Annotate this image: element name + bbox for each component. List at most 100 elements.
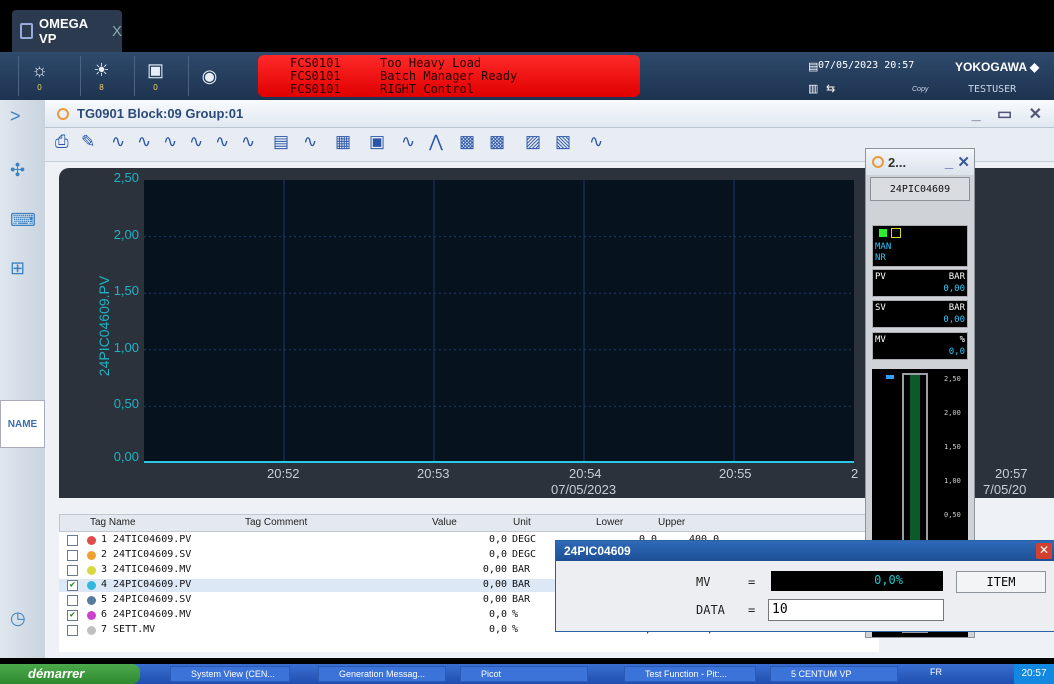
taskbar-item[interactable]: Generation Messag... <box>318 666 446 682</box>
data-entry-dialog: 24PIC04609 ✕ MV = 0,0% ITEM DATA = 10 <box>555 540 1054 632</box>
taskbar-item[interactable]: System View (CEN... <box>170 666 290 682</box>
name-button[interactable]: NAME <box>0 400 45 448</box>
alarm-banner[interactable]: FCS0101 Too Heavy Load FCS0101 Batch Manag… <box>258 55 640 97</box>
tag-list-header: Tag Name Tag Comment Value Unit Lower Up… <box>59 514 879 532</box>
tag-unit: DEGC <box>512 534 537 545</box>
window-controls[interactable]: _ ▭ ✕ <box>972 104 1048 124</box>
pen-icon[interactable]: ✎ <box>81 132 95 156</box>
app-tab-title: OMEGA VP <box>39 16 88 46</box>
tag-name: 1 24TIC04609.PV <box>101 534 192 545</box>
sv-box[interactable]: SV BAR 0,00 <box>872 300 968 328</box>
faceplate-title: 2... <box>888 154 907 170</box>
tag-value: 0,0 <box>488 624 507 635</box>
app-tab-bar: OMEGA VP X <box>0 0 1054 52</box>
tab-close-button[interactable]: X <box>112 23 122 40</box>
user-name[interactable]: TESTUSER <box>968 84 1016 95</box>
trend-shift-icon[interactable]: ∿ <box>137 132 151 156</box>
mode-label-2: NR <box>875 253 886 263</box>
filter-icon[interactable]: ▧ <box>555 132 571 156</box>
row-checkbox[interactable] <box>67 565 78 576</box>
group-icon[interactable]: ▩ <box>459 132 475 156</box>
tag-unit: BAR <box>512 579 531 590</box>
window-icon[interactable]: ▤ <box>808 60 818 73</box>
taskbar-clock: 20:57 <box>1014 664 1054 684</box>
copy-label[interactable]: Copy <box>912 86 928 93</box>
sv-value: 0,00 <box>943 315 965 325</box>
mv-label: MV <box>696 575 711 589</box>
plot-area[interactable] <box>144 180 854 463</box>
app-tab[interactable]: OMEGA VP X <box>12 10 122 52</box>
scale-label: 2,00 <box>944 409 961 417</box>
item-button[interactable]: ITEM <box>956 571 1046 593</box>
pv-value: 0,00 <box>943 284 965 294</box>
taskbar: démarrer System View (CEN... Generation … <box>0 664 1054 684</box>
col-tag-name[interactable]: Tag Name <box>90 517 136 528</box>
overlay-icon[interactable]: ∿ <box>303 132 317 156</box>
mv-value-display: 0,0% <box>771 571 943 591</box>
dialog-title[interactable]: 24PIC04609 <box>556 541 1054 561</box>
settings-icon[interactable]: ▨ <box>525 132 541 156</box>
tag-unit: % <box>512 609 519 620</box>
col-upper[interactable]: Upper <box>658 517 685 528</box>
pv-box[interactable]: PV BAR 0,00 <box>872 269 968 297</box>
trend-span-icon[interactable]: ∿ <box>189 132 203 156</box>
col-unit[interactable]: Unit <box>513 517 531 528</box>
display-icon[interactable]: ▤ <box>273 132 289 156</box>
row-checkbox[interactable] <box>67 625 78 636</box>
data-input[interactable]: 10 <box>768 599 944 621</box>
row-checkbox[interactable] <box>67 535 78 546</box>
history-icon[interactable]: ◷ <box>10 608 26 629</box>
x-tick-label: 20:53 <box>417 466 450 481</box>
tag-value: 0,00 <box>482 579 507 590</box>
window-title: TG0901 Block:09 Group:01 <box>77 106 244 121</box>
trend-zoom-icon[interactable]: ∿ <box>163 132 177 156</box>
faceplate-controls[interactable]: _ ✕ <box>945 153 970 171</box>
sun-icon[interactable]: ☼ 0 <box>18 56 60 96</box>
row-checkbox[interactable] <box>67 595 78 606</box>
window-title-bar[interactable]: TG0901 Block:09 Group:01 _ ▭ ✕ <box>45 100 1054 128</box>
scale-label: 1,50 <box>944 443 961 451</box>
screen-icon[interactable]: ▥ <box>808 82 818 95</box>
wave-icon[interactable]: ∿ <box>589 132 603 156</box>
col-value[interactable]: Value <box>432 517 457 528</box>
save-icon[interactable]: ▩ <box>489 132 505 156</box>
x-date-label: 07/05/2023 <box>551 482 617 497</box>
network-icon[interactable]: ⇆ <box>826 82 835 95</box>
alarm-sun-icon[interactable]: ☀ 8 <box>80 56 122 96</box>
x-tick-label: 20:54 <box>569 466 602 481</box>
cursor-icon[interactable]: ∿ <box>401 132 415 156</box>
keyboard-icon[interactable]: ⌨ <box>10 210 36 231</box>
mode-box[interactable]: MAN NR <box>872 225 968 267</box>
data-label: DATA <box>696 603 725 617</box>
trend-range-icon[interactable]: ∿ <box>241 132 255 156</box>
dialog-close-button[interactable]: ✕ <box>1036 543 1052 559</box>
trend-mode-icon[interactable]: ∿ <box>111 132 125 156</box>
taskbar-item[interactable]: Picot <box>460 666 588 682</box>
panel-icon[interactable]: ⊞ <box>10 258 25 279</box>
expand-arrow-icon[interactable]: > <box>10 106 21 127</box>
faceplate-title-bar[interactable]: 2... _ ✕ <box>866 149 974 175</box>
trend-axis-icon[interactable]: ∿ <box>215 132 229 156</box>
tag-unit: BAR <box>512 564 531 575</box>
taskbar-item[interactable]: Test Function - Pit:... <box>624 666 756 682</box>
operator-guide-icon[interactable]: ◉ <box>188 56 230 96</box>
start-button[interactable]: démarrer <box>0 664 140 684</box>
tag-unit: DEGC <box>512 549 537 560</box>
peak-icon[interactable]: ⋀ <box>429 132 443 156</box>
taskbar-item[interactable]: 5 CENTUM VP <box>770 666 898 682</box>
message-icon[interactable]: ▣ 0 <box>134 56 176 96</box>
datetime-display: 07/05/2023 20:57 <box>818 60 915 71</box>
mv-box[interactable]: MV % 0,0 <box>872 332 968 360</box>
data-icon[interactable]: ▦ <box>335 132 351 156</box>
tag-name: 6 24PIC04609.MV <box>101 609 192 620</box>
col-lower[interactable]: Lower <box>596 517 623 528</box>
print-icon[interactable]: ⎙ <box>55 132 69 156</box>
navigation-icon[interactable]: ✣ <box>10 160 25 181</box>
col-tag-comment[interactable]: Tag Comment <box>245 517 307 528</box>
row-checkbox[interactable]: ✔ <box>67 580 78 591</box>
language-indicator[interactable]: FR <box>930 667 942 677</box>
window-icon[interactable]: ▣ <box>369 132 385 156</box>
row-checkbox[interactable]: ✔ <box>67 610 78 621</box>
row-checkbox[interactable] <box>67 550 78 561</box>
sv-pointer-icon <box>886 375 894 379</box>
